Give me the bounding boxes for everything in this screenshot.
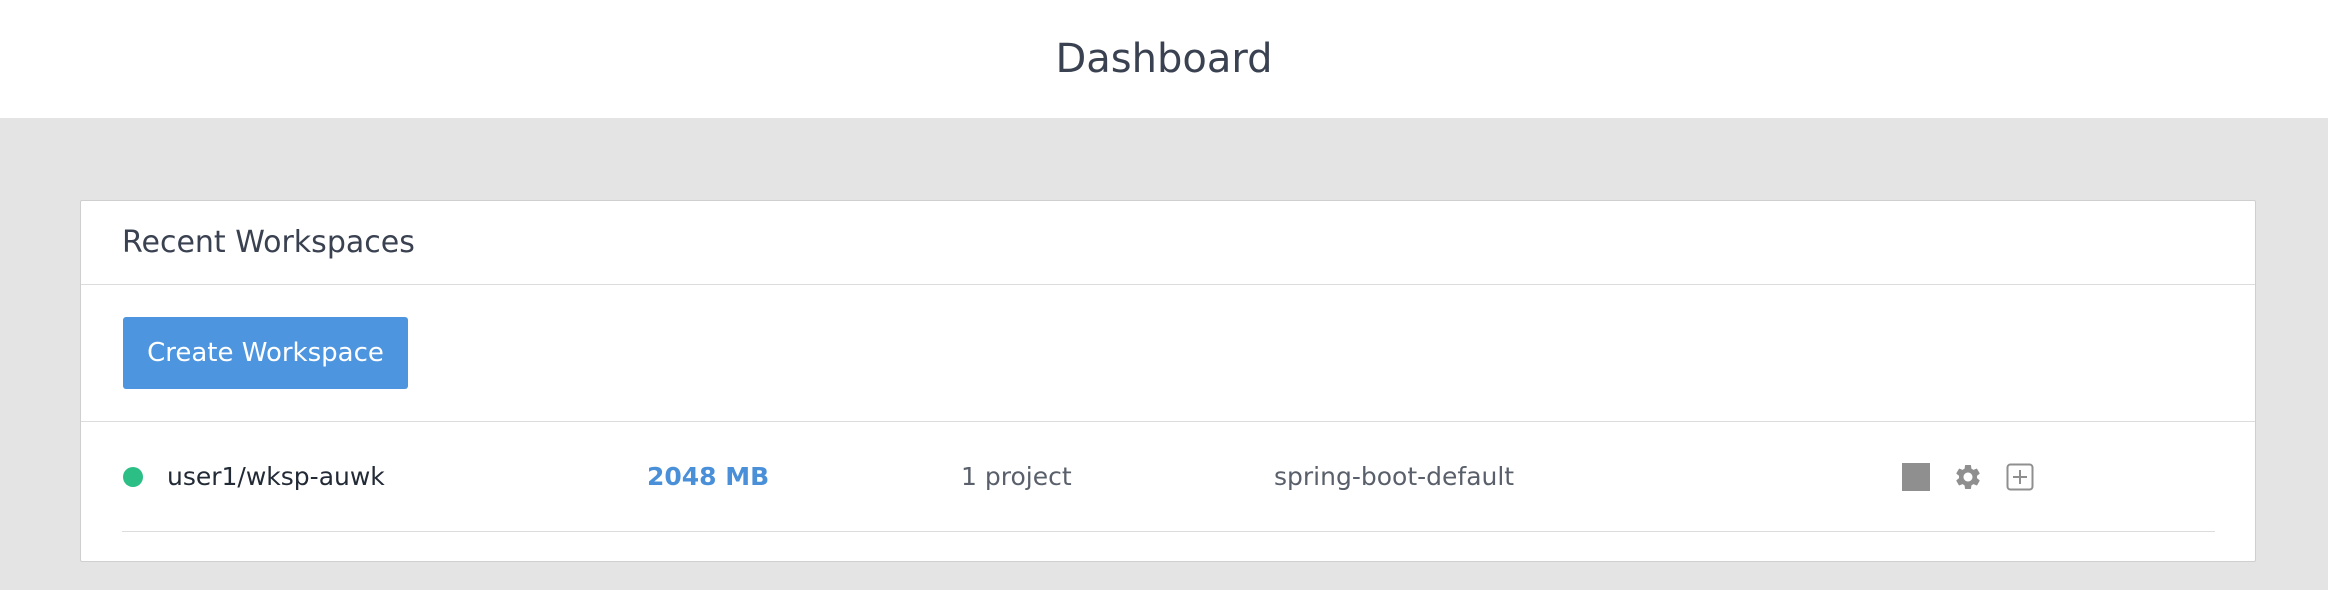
dashboard-content: Recent Workspaces Create Workspace user1… (0, 118, 2328, 590)
add-icon[interactable] (2005, 462, 2035, 492)
workspace-name[interactable]: user1/wksp-auwk (167, 422, 385, 530)
workspace-stack: spring-boot-default (1274, 461, 1515, 491)
gear-icon[interactable] (1953, 462, 1983, 492)
workspace-projects: 1 project (961, 461, 1072, 491)
panel-toolbar: Create Workspace (81, 285, 2255, 422)
workspace-row[interactable]: user1/wksp-auwk 2048 MB 1 project spring… (122, 422, 2215, 532)
page-title: Dashboard (1055, 36, 1273, 82)
panel-title: Recent Workspaces (122, 225, 415, 260)
workspace-memory: 2048 MB (647, 461, 770, 491)
workspace-actions (1901, 462, 2035, 492)
status-running-icon (123, 467, 143, 487)
recent-workspaces-panel: Recent Workspaces Create Workspace user1… (80, 200, 2256, 562)
stop-icon[interactable] (1901, 462, 1931, 492)
create-workspace-button[interactable]: Create Workspace (123, 317, 408, 389)
top-header: Dashboard (0, 0, 2328, 118)
panel-header: Recent Workspaces (81, 201, 2255, 285)
